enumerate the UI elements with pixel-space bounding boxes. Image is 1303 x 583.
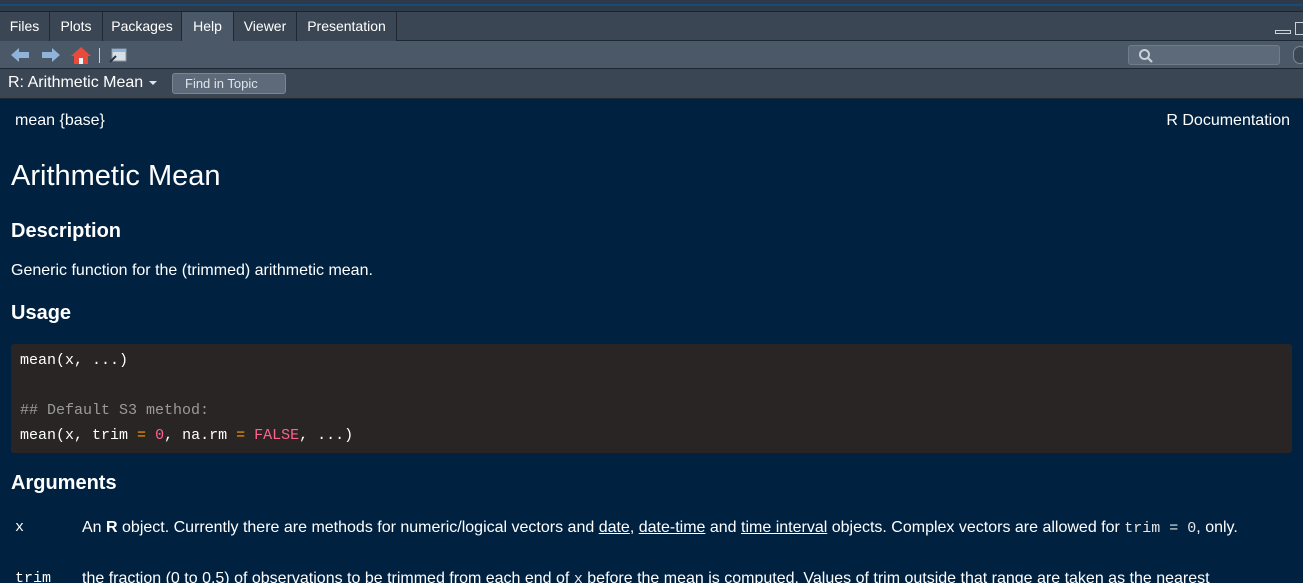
toolbar-separator	[99, 48, 100, 63]
pane-tab-bar: Files Plots Packages Help Viewer Present…	[0, 12, 1303, 41]
code-line: mean(x, trim = 0, na.rm = FALSE, ...)	[20, 427, 353, 444]
tab-presentation[interactable]: Presentation	[297, 12, 397, 41]
tab-files[interactable]: Files	[0, 12, 50, 41]
argument-name-x: x	[15, 519, 25, 536]
top-accent-line	[0, 4, 1303, 6]
topic-title: R: Arithmetic Mean	[8, 74, 144, 91]
search-icon	[1139, 49, 1153, 63]
text: the fraction (0 to 0.5) of observations …	[82, 570, 574, 583]
find-in-topic-input[interactable]	[172, 73, 286, 94]
date-link[interactable]: date	[599, 519, 630, 536]
doc-source-label: R Documentation	[1166, 112, 1290, 129]
refresh-icon[interactable]	[1293, 46, 1303, 64]
description-text: Generic function for the (trimmed) arith…	[11, 262, 373, 279]
text: ,	[629, 519, 639, 536]
text: An	[82, 519, 107, 536]
code-text: , ...)	[299, 427, 354, 444]
text: before the mean is computed. Values of t…	[582, 570, 1210, 583]
code-text: mean(x, trim	[20, 427, 138, 444]
code-text: , na.rm	[164, 427, 237, 444]
usage-heading: Usage	[11, 302, 72, 324]
tab-viewer[interactable]: Viewer	[234, 12, 297, 41]
text: object. Currently there are methods for …	[117, 519, 599, 536]
help-content: mean {base} R Documentation Arithmetic M…	[0, 100, 1303, 583]
text: and	[705, 519, 742, 536]
tab-help[interactable]: Help	[182, 12, 234, 41]
r-bold-text: R	[106, 519, 118, 536]
show-in-new-window-icon[interactable]	[108, 45, 130, 65]
time-interval-link[interactable]: time interval	[741, 519, 827, 536]
help-search-box[interactable]	[1128, 45, 1280, 65]
text: , only.	[1196, 519, 1238, 536]
help-toolbar	[0, 41, 1303, 69]
tab-packages[interactable]: Packages	[103, 12, 182, 41]
text: objects. Complex vectors are allowed for	[827, 519, 1125, 536]
back-arrow-icon[interactable]	[9, 45, 31, 65]
inline-code: trim = 0	[1124, 520, 1197, 537]
argument-name-trim: trim	[15, 570, 52, 583]
window-top-strip	[0, 0, 1303, 12]
doc-package-label: mean {base}	[15, 112, 105, 129]
forward-arrow-icon[interactable]	[40, 45, 62, 65]
topic-bar: R: Arithmetic Mean	[0, 69, 1303, 99]
argument-description-x: An R object. Currently there are methods…	[82, 517, 1277, 539]
chevron-down-icon	[149, 80, 158, 85]
page-title: Arithmetic Mean	[11, 160, 221, 192]
argument-description-trim: the fraction (0 to 0.5) of observations …	[82, 568, 1277, 583]
code-comment: ## Default S3 method:	[20, 402, 210, 419]
arguments-heading: Arguments	[11, 472, 117, 494]
date-time-link[interactable]: date-time	[639, 519, 706, 536]
code-operator: =	[236, 427, 246, 444]
maximize-pane-button[interactable]	[1295, 22, 1303, 35]
code-number: 0	[155, 427, 165, 444]
home-icon[interactable]	[70, 45, 92, 65]
topic-dropdown[interactable]: R: Arithmetic Mean	[8, 74, 158, 92]
tab-plots[interactable]: Plots	[50, 12, 103, 41]
code-line: mean(x, ...)	[20, 352, 129, 369]
usage-code-block: mean(x, ...) ## Default S3 method: mean(…	[11, 344, 1292, 453]
pane-window-controls	[1273, 20, 1303, 38]
description-heading: Description	[11, 220, 122, 242]
code-constant: FALSE	[254, 427, 300, 444]
minimize-pane-button[interactable]	[1275, 30, 1291, 34]
code-operator: =	[137, 427, 147, 444]
inline-code: x	[573, 571, 583, 583]
